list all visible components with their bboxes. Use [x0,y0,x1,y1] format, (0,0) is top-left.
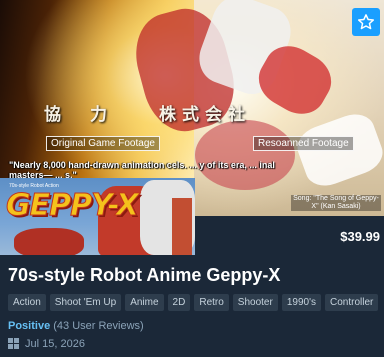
original-footage-label: Original Game Footage [46,136,160,151]
promo-quote: "Nearly 8,000 hand-drawn animation cels.… [9,160,275,180]
review-count: (43 User Reviews) [53,320,144,332]
key-art-robot [14,228,84,255]
game-capsule-image[interactable]: 協 力 株式会社 Original Game Footage Resoanned… [0,0,384,255]
credits-text: 協 力 株式会社 [44,105,251,125]
tag-item[interactable]: Action [8,294,46,311]
game-logo: GEPPY-X [6,188,140,224]
release-date: Jul 15, 2026 [25,338,85,350]
review-summary[interactable]: Positive (43 User Reviews) [8,320,144,332]
review-rating: Positive [8,320,51,332]
price-label: $39.99 [340,229,380,244]
star-icon [357,14,375,30]
key-art: 70s-style Robot Action GEPPY-X [0,178,195,255]
tag-list: Action Shoot 'Em Up Anime 2D Retro Shoot… [8,294,379,311]
tag-item[interactable]: Shoot 'Em Up [49,294,122,311]
game-title[interactable]: 70s-style Robot Anime Geppy-X [8,265,280,286]
tag-item[interactable]: 2D [167,294,191,311]
tag-item[interactable]: Retro [194,294,229,311]
tag-item[interactable]: Controller [324,294,379,311]
tag-item[interactable]: 1990's [281,294,321,311]
song-caption: Song: "The Song of Geppy-X" (Kan Sasaki) [291,195,381,211]
rescanned-footage-label: Resoanned Footage [253,136,354,151]
key-art-tower [172,198,192,255]
tag-item[interactable]: Anime [125,294,164,311]
wishlist-button[interactable] [352,8,380,36]
release-info: Jul 15, 2026 [8,338,85,350]
windows-icon [8,338,20,350]
tag-item[interactable]: Shooter [232,294,278,311]
